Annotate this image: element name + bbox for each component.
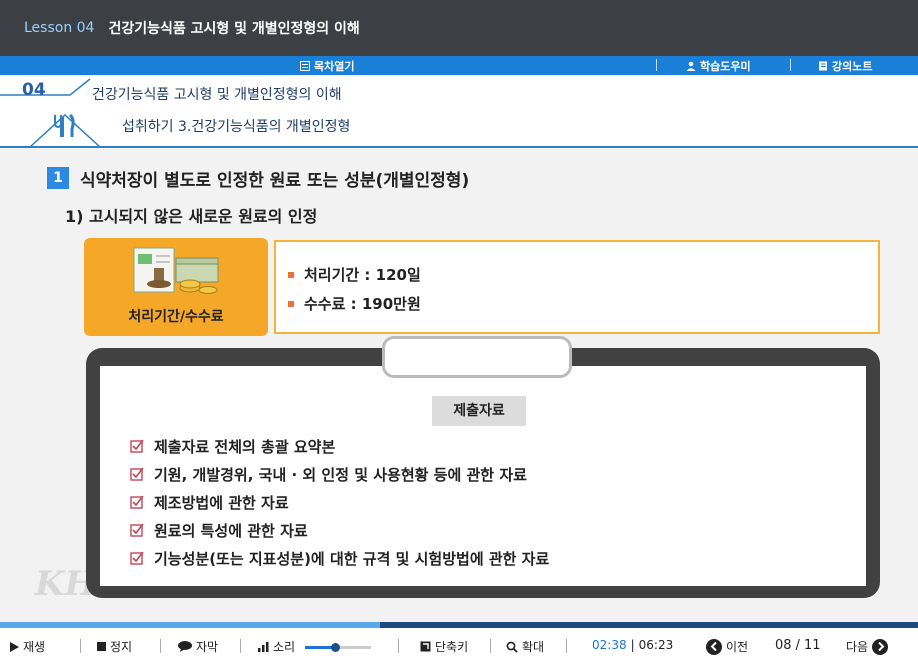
fee-card-label: 처리기간/수수료 [128, 309, 224, 325]
current-time: 02:38 [592, 638, 627, 652]
control-bar: 재생 정지 자막 소리 단축키 확대 02:38 | 06:23 이전 08 /… [0, 628, 918, 666]
control-divider [240, 639, 241, 653]
volume-control: 소리 [258, 638, 372, 655]
fee-item: 수수료 : 190만원 [288, 293, 421, 314]
time-separator: | [630, 638, 635, 652]
section-number: 1 [47, 167, 69, 189]
doc-item: 기원, 개발경위, 국내 · 외 인정 및 사용현황 등에 관한 자료 [130, 460, 549, 488]
doc-item-text: 제출자료 전체의 총괄 요약본 [154, 437, 336, 456]
volume-bars-icon [258, 641, 269, 652]
speech-bubble-icon [178, 641, 192, 652]
chevron-right-icon [872, 638, 889, 655]
control-divider [566, 639, 567, 653]
fee-item: 처리기간 : 120일 [288, 264, 421, 285]
fork-knife-icon [54, 113, 75, 137]
page-separator: / [795, 638, 800, 653]
title-bar: Lesson 04 건강기능식품 고시형 및 개별인정형의 이해 [0, 0, 918, 56]
total-time: 06:23 [638, 638, 674, 652]
play-label: 재생 [23, 640, 46, 654]
list-icon [300, 61, 310, 71]
page-current: 08 [775, 638, 792, 653]
money-document-icon [133, 247, 219, 294]
fee-item-text: 처리기간 : 120일 [304, 266, 421, 284]
checkbox-icon [130, 551, 144, 565]
notes-button[interactable]: 강의노트 [818, 58, 872, 74]
app-window: Lesson 04 건강기능식품 고시형 및 개별인정형의 이해 목차열기 학습… [0, 0, 918, 666]
time-display: 02:38 | 06:23 [592, 638, 673, 652]
page-indicator: 08 / 11 [775, 638, 820, 653]
stop-label: 정지 [110, 640, 133, 654]
nav-divider [656, 59, 657, 71]
header-subtitle: 섭취하기 3.건강기능식품의 개별인정형 [122, 119, 351, 135]
notebook-icon [819, 61, 827, 71]
bullet-icon [288, 271, 294, 278]
header-title: 건강기능식품 고시형 및 개별인정형의 이해 [92, 87, 342, 103]
doc-item-text: 원료의 특성에 관한 자료 [154, 521, 308, 540]
fee-info-box: 처리기간 : 120일 수수료 : 190만원 [274, 240, 880, 334]
magnifier-icon [506, 641, 518, 653]
fee-card: 처리기간/수수료 [84, 238, 268, 336]
stop-icon [97, 642, 106, 651]
notes-label: 강의노트 [832, 60, 873, 73]
clipboard-clip [382, 336, 572, 378]
lesson-number: 04 [22, 80, 46, 100]
checkbox-icon [130, 467, 144, 481]
keyboard-icon [420, 641, 431, 652]
toc-button[interactable]: 목차열기 [300, 58, 354, 74]
section-heading: 식약처장이 별도로 인정한 원료 또는 성분(개별인정형) [80, 171, 470, 191]
control-divider [160, 639, 161, 653]
control-divider [80, 639, 81, 653]
doc-item: 제조방법에 관한 자료 [130, 488, 549, 516]
person-icon [686, 61, 696, 71]
volume-slider[interactable] [305, 641, 372, 653]
checkbox-icon [130, 439, 144, 453]
zoom-label: 확대 [522, 640, 545, 654]
caption-label: 자막 [196, 640, 219, 654]
page-total: 11 [803, 638, 821, 653]
doc-item: 기능성분(또는 지표성분)에 대한 규격 및 시험방법에 관한 자료 [130, 544, 549, 572]
bullet-icon [288, 300, 294, 307]
fee-item-text: 수수료 : 190만원 [304, 295, 421, 313]
next-label: 다음 [846, 640, 869, 654]
prev-button[interactable]: 이전 [706, 638, 748, 655]
lesson-title: 건강기능식품 고시형 및 개별인정형의 이해 [108, 21, 360, 37]
helper-button[interactable]: 학습도우미 [686, 58, 751, 74]
prev-label: 이전 [726, 640, 749, 654]
next-button[interactable]: 다음 [846, 638, 889, 655]
checkbox-icon [130, 495, 144, 509]
control-divider [490, 639, 491, 653]
shortcut-button[interactable]: 단축키 [420, 638, 468, 655]
control-divider [398, 639, 399, 653]
zoom-button[interactable]: 확대 [506, 638, 544, 655]
toc-label: 목차열기 [314, 60, 355, 73]
checkbox-icon [130, 523, 144, 537]
helper-label: 학습도우미 [700, 60, 751, 73]
shortcut-label: 단축키 [435, 640, 469, 654]
doc-item-text: 제조방법에 관한 자료 [154, 493, 289, 512]
play-icon [10, 641, 19, 652]
caption-button[interactable]: 자막 [178, 638, 218, 655]
stop-button[interactable]: 정지 [97, 638, 132, 655]
volume-label: 소리 [273, 640, 296, 654]
docs-title: 제출자료 [432, 396, 526, 426]
chevron-left-icon [706, 638, 722, 655]
volume-knob[interactable] [330, 642, 340, 652]
doc-item: 제출자료 전체의 총괄 요약본 [130, 432, 549, 460]
nav-divider [790, 59, 791, 71]
section-subheading: 1) 고시되지 않은 새로운 원료의 인정 [65, 207, 318, 226]
lesson-label: Lesson 04 [24, 20, 95, 36]
doc-item-text: 기원, 개발경위, 국내 · 외 인정 및 사용현황 등에 관한 자료 [154, 465, 527, 484]
play-button[interactable]: 재생 [10, 638, 45, 655]
doc-item: 원료의 특성에 관한 자료 [130, 516, 549, 544]
doc-item-text: 기능성분(또는 지표성분)에 대한 규격 및 시험방법에 관한 자료 [154, 549, 550, 568]
nav-bar: 목차열기 학습도우미 강의노트 [0, 56, 918, 75]
docs-list: 제출자료 전체의 총괄 요약본 기원, 개발경위, 국내 · 외 인정 및 사용… [130, 432, 549, 572]
